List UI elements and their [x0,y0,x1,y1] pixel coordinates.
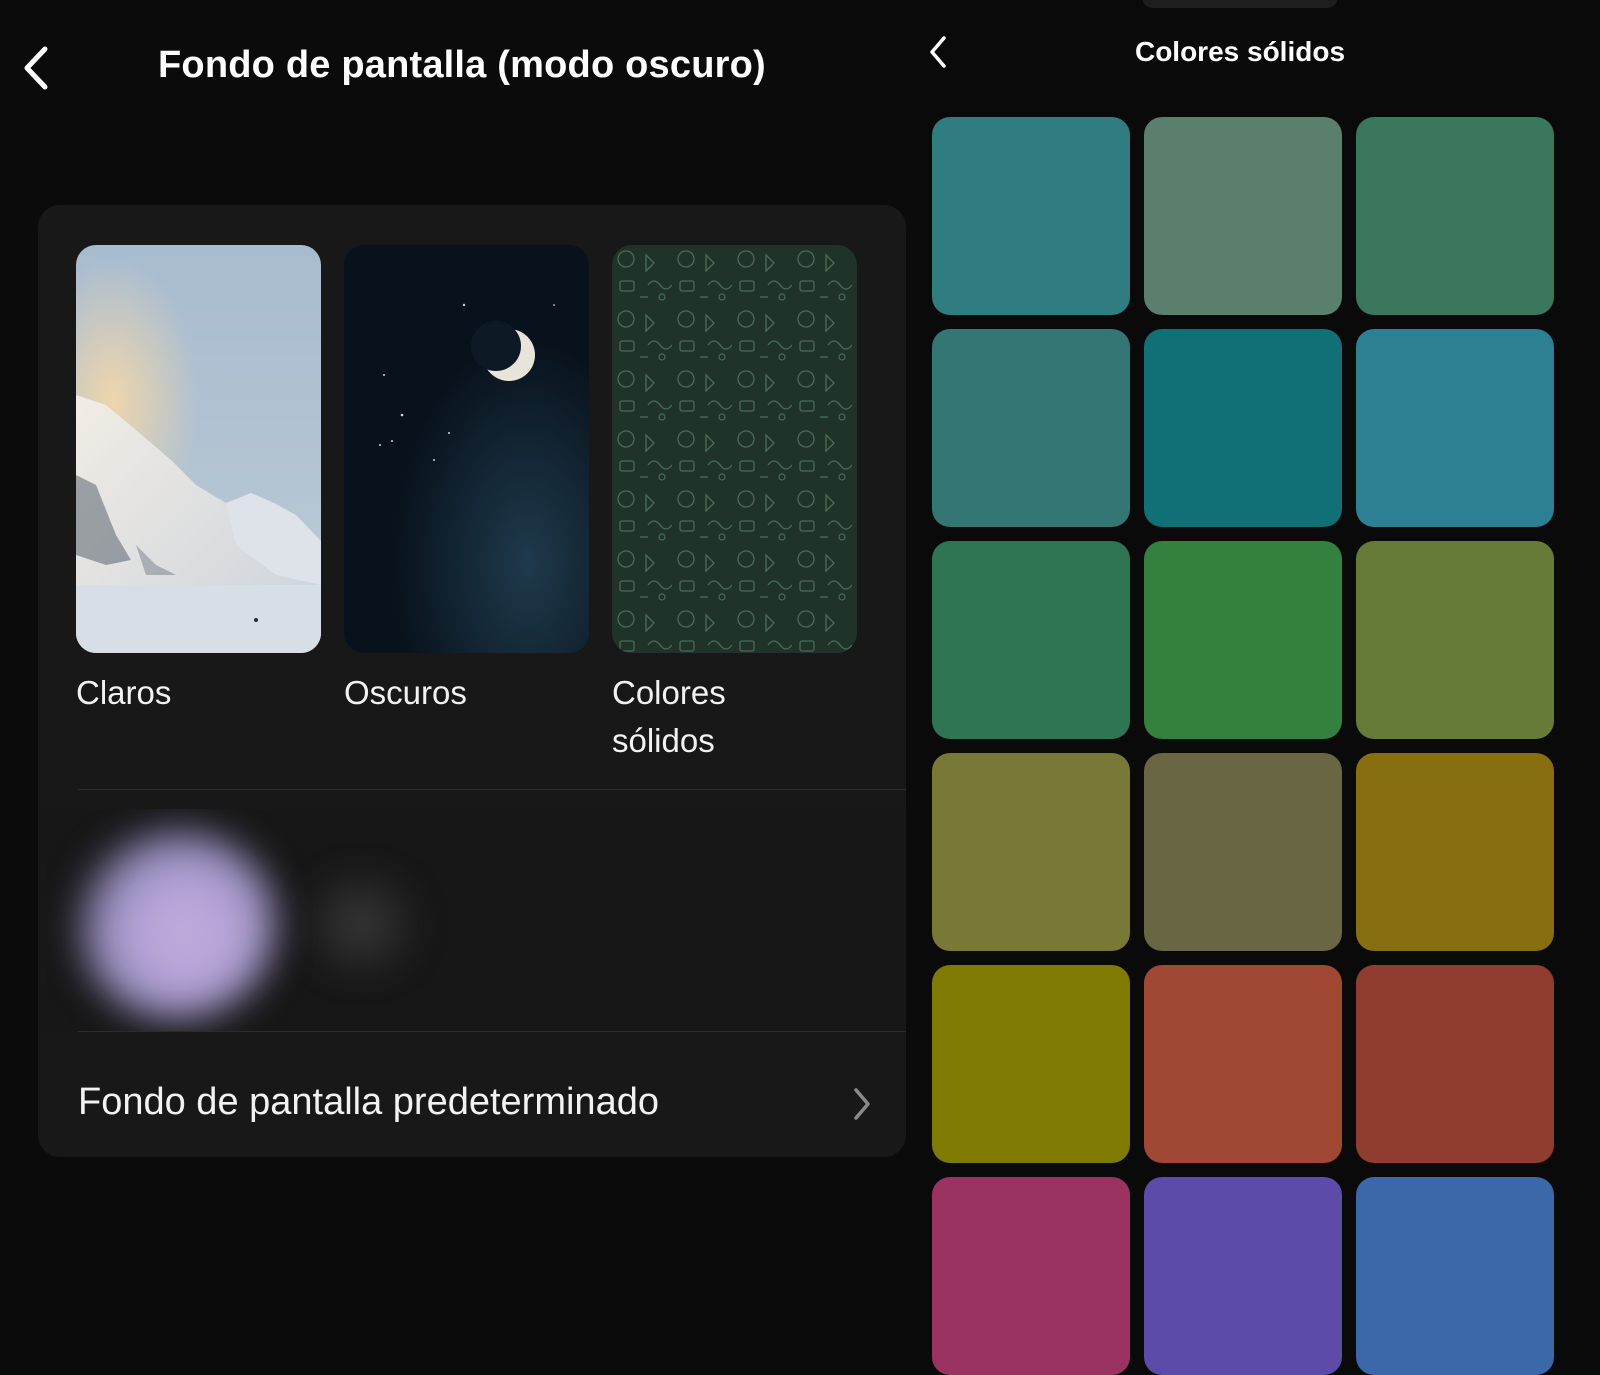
color-swatch[interactable] [1356,541,1554,739]
color-swatch[interactable] [1144,541,1342,739]
divider [78,789,906,790]
blurred-photo-shadow [286,869,436,979]
dark-wallpaper-thumbnail [344,245,589,653]
color-swatch[interactable] [1356,753,1554,951]
default-wallpaper-label: Fondo de pantalla predeterminado [78,1081,659,1123]
color-swatch[interactable] [1144,1177,1342,1375]
back-button[interactable] [14,42,58,94]
color-swatch[interactable] [1144,753,1342,951]
blurred-photo [76,829,276,1019]
color-swatch[interactable] [1356,965,1554,1163]
color-swatch[interactable] [1356,117,1554,315]
color-swatch[interactable] [932,965,1130,1163]
divider [78,1031,906,1032]
page-title: Fondo de pantalla (modo oscuro) [158,44,766,86]
color-swatch[interactable] [932,1177,1130,1375]
category-light[interactable]: Claros [76,245,321,717]
custom-wallpaper-preview[interactable] [46,809,906,1031]
color-swatch[interactable] [932,329,1130,527]
category-light-label: Claros [76,674,172,711]
solid-colors-screen: Colores sólidos [920,0,1600,1375]
color-swatch[interactable] [1356,1177,1554,1375]
chevron-right-icon [854,1088,870,1120]
color-swatch[interactable] [932,541,1130,739]
category-dark[interactable]: Oscuros [344,245,589,717]
light-wallpaper-thumbnail [76,245,321,653]
default-wallpaper-row[interactable]: Fondo de pantalla predeterminado [38,1051,906,1157]
category-solid-colors-label: Colores sólidos [612,674,726,759]
wallpaper-options-card: Claros Oscuros Colores sólidos Fondo de … [38,205,906,1157]
category-solid-colors[interactable]: Colores sólidos [612,245,857,765]
solid-colors-thumbnail [612,245,857,653]
color-swatch[interactable] [1144,329,1342,527]
color-swatch[interactable] [932,753,1130,951]
color-swatch[interactable] [1144,965,1342,1163]
screen-title: Colores sólidos [1134,36,1346,67]
chevron-left-icon [24,46,48,90]
color-swatch[interactable] [932,117,1130,315]
color-swatch[interactable] [1356,329,1554,527]
color-swatch[interactable] [1144,117,1342,315]
wallpaper-dark-mode-screen: Fondo de pantalla (modo oscuro) Claros O… [0,0,920,1200]
category-dark-label: Oscuros [344,674,467,711]
dynamic-island [1142,0,1338,8]
